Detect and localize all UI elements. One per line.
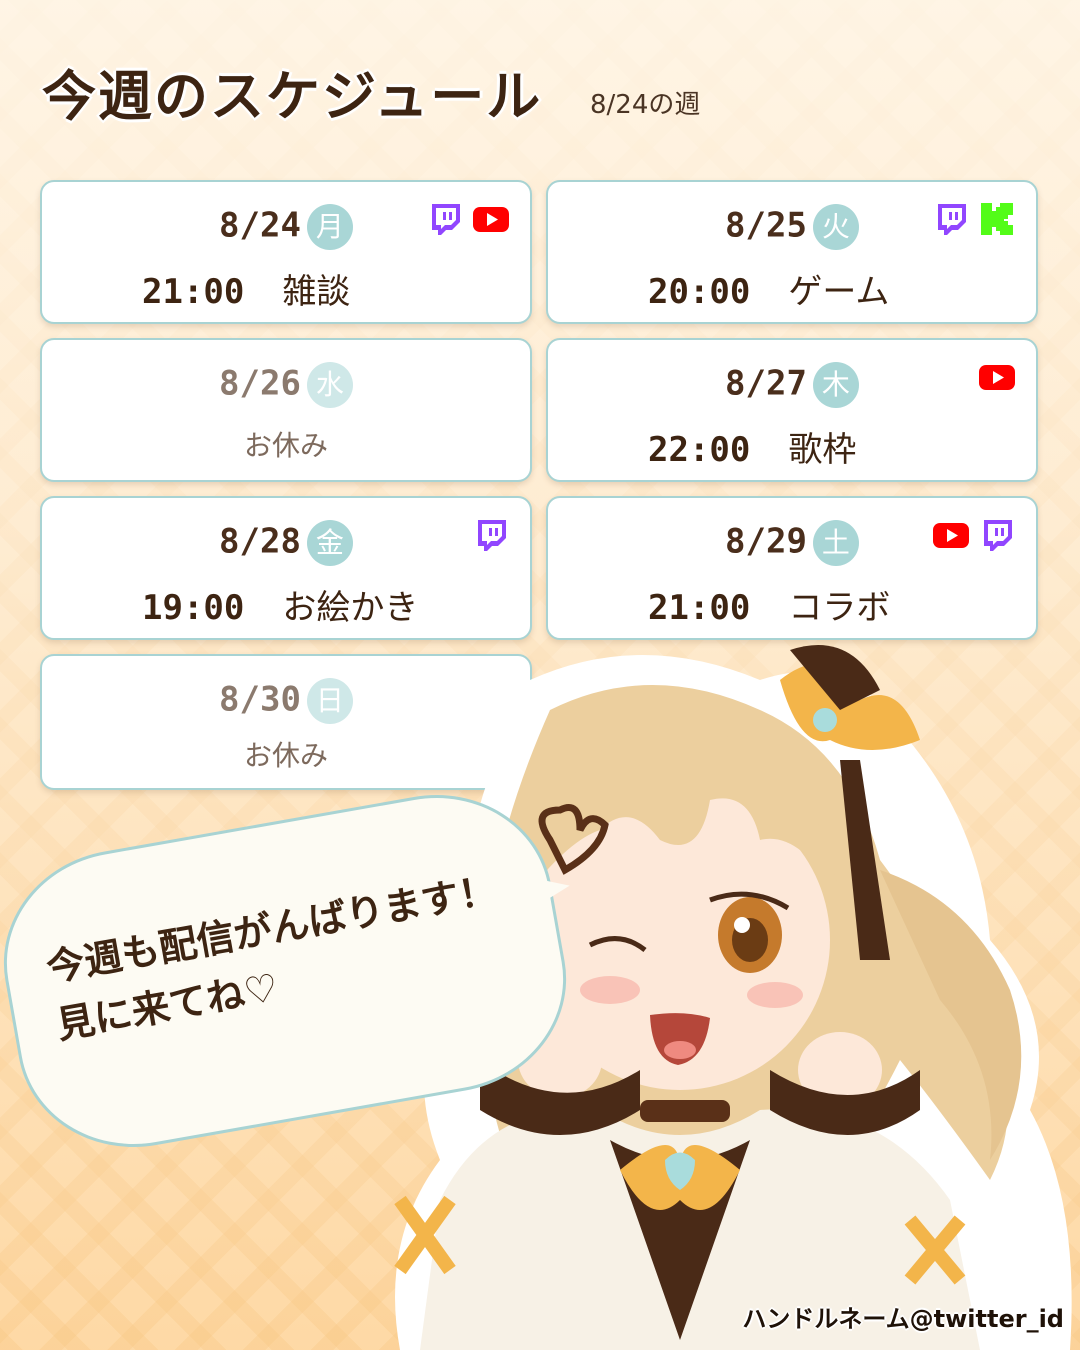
event-time: 21:00 [142,272,245,312]
date-label: 8/24 [219,205,301,246]
event-title: コラボ [788,588,891,628]
date-row: 8/26 水 [42,362,530,408]
date-label: 8/27 [725,363,807,404]
youtube-icon [933,523,969,548]
twitter-handle: ハンドルネーム@twitter_id [742,1305,1064,1333]
youtube-icon [979,365,1015,390]
twitch-icon [938,204,966,235]
weekday-badge: 火 [812,204,859,250]
event-time: 19:00 [142,588,245,628]
weekday-badge: 金 [306,520,353,566]
weekday-badge: 月 [306,204,353,250]
twitch-icon [478,520,506,551]
event-row: 21:00 雑談 [142,264,350,313]
platform-icons [472,518,510,552]
schedule-card-0826: 8/26 水 お休み [40,338,532,482]
schedule-card-0829: 8/29 土 21:00 コラボ [546,496,1038,640]
event-title: 歌枠 [788,430,857,470]
event-time: 21:00 [648,588,751,628]
event-title: お絵かき [282,588,419,628]
twitch-icon [984,520,1012,551]
event-row: 19:00 お絵かき [142,580,418,629]
date-label: 8/26 [219,363,301,404]
event-time: 20:00 [648,272,751,312]
weekday-badge: 日 [306,678,353,724]
twitch-icon [432,204,460,235]
page-title: 今週のスケジュール [42,65,543,128]
schedule-card-0824: 8/24 月 21:00 雑談 [40,180,532,324]
event-title: ゲーム [788,272,890,312]
weekday-badge: 土 [812,520,859,566]
event-row: 21:00 コラボ [648,580,890,629]
week-label: 8/24の週 [590,90,701,120]
day-off-label: お休み [243,429,328,462]
event-title: 雑談 [282,272,351,312]
platform-icons [426,202,510,236]
youtube-icon [473,207,509,232]
speech-bubble-tail [516,865,574,915]
date-label: 8/29 [725,521,807,562]
platform-icons [978,360,1016,394]
event-row: 22:00 歌枠 [648,422,856,471]
date-row: 8/27 木 [548,362,1036,408]
date-label: 8/28 [219,521,301,562]
date-label: 8/25 [725,205,807,246]
date-label: 8/30 [219,679,301,720]
schedule-card-0827: 8/27 木 22:00 歌枠 [546,338,1038,482]
schedule-card-0828: 8/28 金 19:00 お絵かき [40,496,532,640]
schedule-card-0825: 8/25 火 20:00 ゲーム [546,180,1038,324]
platform-icons [932,518,1016,552]
weekday-badge: 木 [812,362,859,408]
weekday-badge: 水 [306,362,353,408]
kick-icon [981,203,1013,235]
platform-icons [932,202,1016,236]
event-time: 22:00 [648,430,751,470]
date-row: 8/28 金 [42,520,530,566]
event-row: 20:00 ゲーム [648,264,889,313]
